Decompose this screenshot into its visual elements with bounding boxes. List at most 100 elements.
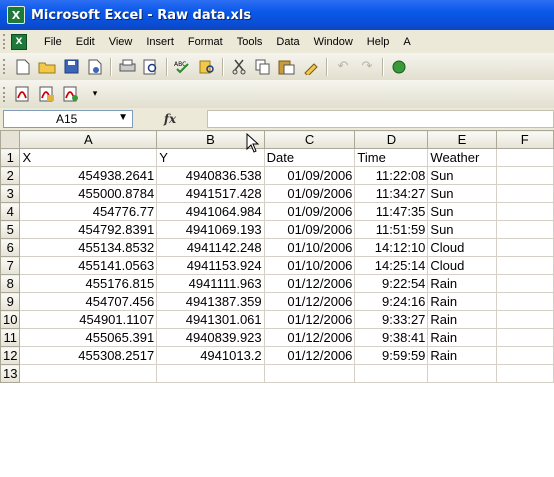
column-header-d[interactable]: D [354,130,429,149]
chevron-down-icon[interactable]: ▼ [118,112,128,123]
cell[interactable]: Rain [427,310,497,329]
cell[interactable]: 454938.2641 [19,166,158,185]
cut-icon[interactable] [228,56,250,78]
save-icon[interactable] [60,56,82,78]
select-all-corner[interactable] [0,130,21,149]
cell[interactable]: 455176.815 [19,274,158,293]
menu-edit[interactable]: Edit [69,36,102,48]
cell[interactable]: 4941013.2 [156,346,265,365]
cell[interactable]: 01/10/2006 [263,238,356,257]
cell[interactable]: Sun [427,184,497,203]
cell[interactable]: 14:25:14 [354,256,429,275]
cell[interactable] [495,220,554,239]
cell[interactable]: 454792.8391 [19,220,158,239]
row-header[interactable]: 2 [0,166,21,185]
cell[interactable]: 9:38:41 [354,328,429,347]
column-header-f[interactable]: F [495,130,554,149]
permission-icon[interactable] [84,56,106,78]
column-header-c[interactable]: C [263,130,356,149]
cell[interactable]: 01/12/2006 [263,346,356,365]
row-header[interactable]: 9 [0,292,21,311]
hyperlink-icon[interactable] [388,56,410,78]
cell[interactable]: 455308.2517 [19,346,158,365]
cell[interactable]: 9:59:59 [354,346,429,365]
redo-icon[interactable]: ↷ [356,56,378,78]
cell[interactable] [495,202,554,221]
spelling-icon[interactable]: ABC [172,56,194,78]
cell[interactable]: 01/09/2006 [263,202,356,221]
convert-to-pdf-icon[interactable] [12,83,34,105]
menu-data[interactable]: Data [269,36,306,48]
cell[interactable]: Rain [427,274,497,293]
cell[interactable] [495,256,554,275]
cell[interactable] [495,364,554,383]
cell[interactable] [354,364,429,383]
cell[interactable]: 4941301.061 [156,310,265,329]
cell[interactable]: 454707.456 [19,292,158,311]
cell[interactable]: Sun [427,202,497,221]
cell[interactable]: 455141.0563 [19,256,158,275]
row-header[interactable]: 13 [0,364,21,383]
cell[interactable]: 454776.77 [19,202,158,221]
cell[interactable] [495,346,554,365]
print-preview-icon[interactable] [140,56,162,78]
cell[interactable] [495,166,554,185]
row-header[interactable]: 3 [0,184,21,203]
toolbar-grip[interactable] [3,86,8,102]
row-header[interactable]: 12 [0,346,21,365]
row-header[interactable]: 6 [0,238,21,257]
row-header[interactable]: 4 [0,202,21,221]
cell[interactable]: 01/10/2006 [263,256,356,275]
formula-input[interactable] [207,110,554,128]
cell[interactable]: 01/12/2006 [263,274,356,293]
print-icon[interactable] [116,56,138,78]
cell[interactable]: 4940839.923 [156,328,265,347]
cell[interactable]: 01/12/2006 [263,328,356,347]
cell[interactable]: 4941111.963 [156,274,265,293]
menu-help[interactable]: Help [360,36,397,48]
toolbar-grip[interactable] [3,59,8,74]
cell[interactable]: 9:33:27 [354,310,429,329]
cell[interactable]: 01/09/2006 [263,166,356,185]
menu-file[interactable]: File [37,36,69,48]
cell[interactable] [19,364,158,383]
row-header[interactable]: 1 [0,148,21,167]
cell[interactable] [495,238,554,257]
cell[interactable]: 01/12/2006 [263,310,356,329]
cell[interactable]: 11:22:08 [354,166,429,185]
cell[interactable] [495,310,554,329]
open-icon[interactable] [36,56,58,78]
cell[interactable]: 455065.391 [19,328,158,347]
cell[interactable]: 455134.8532 [19,238,158,257]
cell[interactable]: 454901.1107 [19,310,158,329]
column-header-e[interactable]: E [427,130,497,149]
cell[interactable]: 4941069.193 [156,220,265,239]
name-box[interactable]: A15 ▼ [3,110,133,128]
cell[interactable]: 01/09/2006 [263,220,356,239]
pdf-review-icon[interactable] [60,83,82,105]
insert-function-icon[interactable]: fx [133,112,207,126]
toolbar-options-icon[interactable]: ▾ [84,83,106,105]
column-header-a[interactable]: A [19,130,158,149]
menu-tools[interactable]: Tools [230,36,270,48]
cell[interactable] [495,148,554,167]
format-painter-icon[interactable] [300,56,322,78]
cell[interactable] [495,274,554,293]
cell[interactable]: Cloud [427,238,497,257]
row-header[interactable]: 11 [0,328,21,347]
cell[interactable]: 11:34:27 [354,184,429,203]
cell[interactable]: 4941142.248 [156,238,265,257]
cell[interactable]: 9:24:16 [354,292,429,311]
cell[interactable] [263,364,356,383]
research-icon[interactable] [196,56,218,78]
row-header[interactable]: 5 [0,220,21,239]
cell[interactable]: 4941517.428 [156,184,265,203]
menu-view[interactable]: View [102,36,140,48]
cell[interactable]: 4941064.984 [156,202,265,221]
cell[interactable]: Time [354,148,429,167]
cell[interactable]: 455000.8784 [19,184,158,203]
cell[interactable]: 9:22:54 [354,274,429,293]
toolbar-grip[interactable] [3,34,8,49]
cell[interactable] [156,364,265,383]
cell[interactable] [427,364,497,383]
